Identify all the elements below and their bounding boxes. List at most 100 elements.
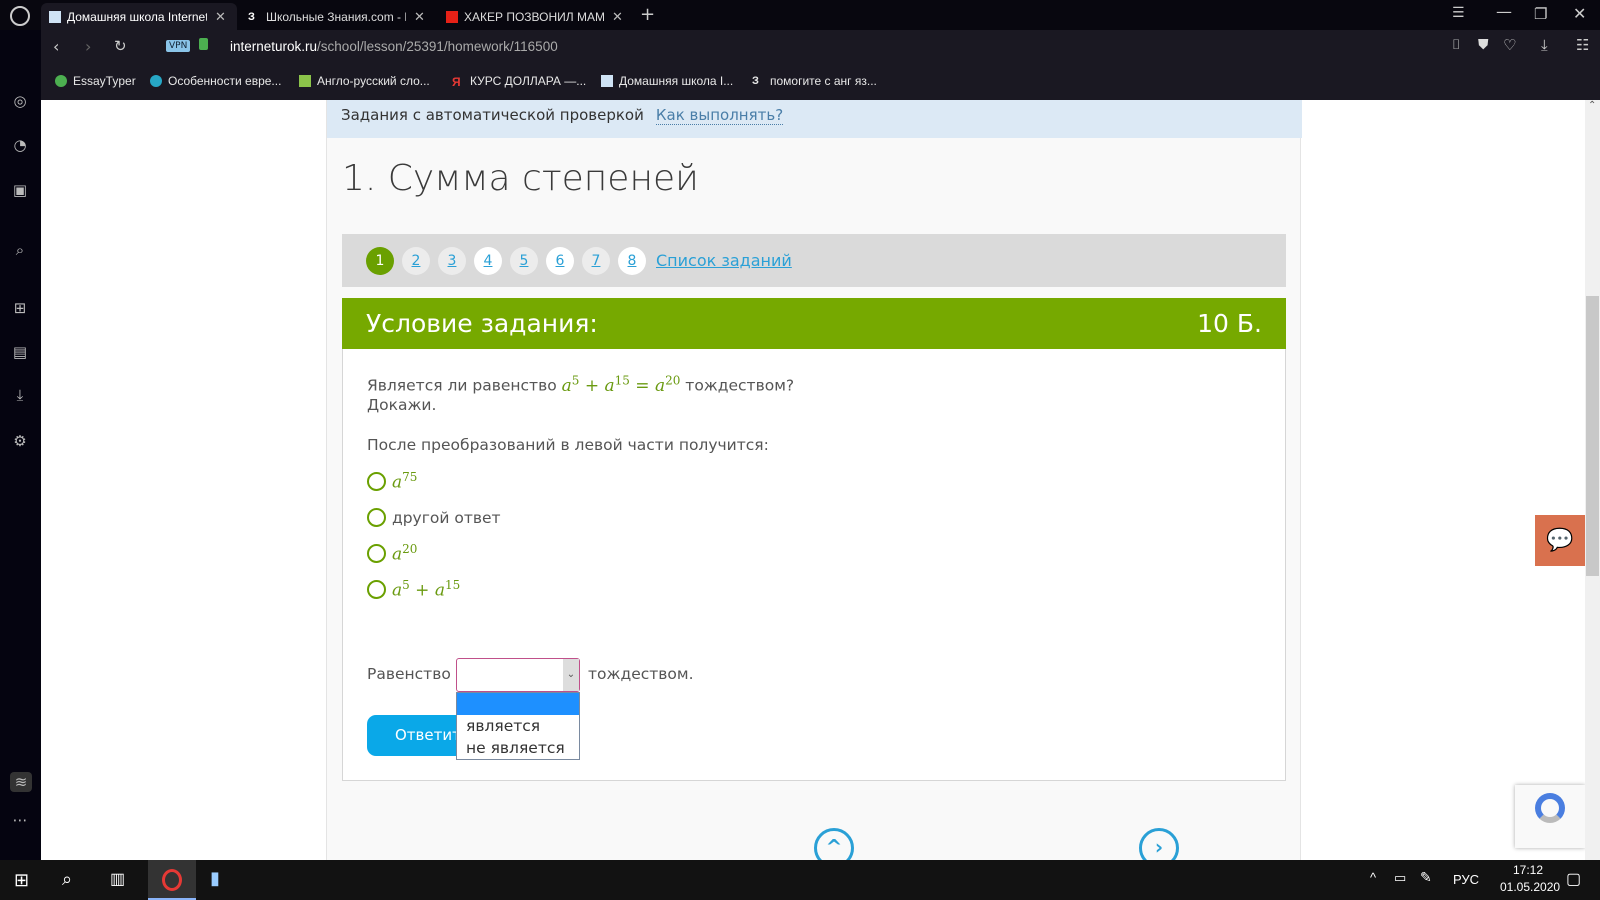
opera-sidebar: ◎ ◔ ▣ ⌕ ⊞ ▤ ⤓ ⚙ ≋ ⋯ [0, 30, 41, 860]
bookmark-osobennosti[interactable]: Особенности евре... [150, 74, 281, 88]
tab-youtube[interactable]: ХАКЕР ПОЗВОНИЛ МАМЕ ✕ [438, 3, 634, 30]
shield-icon[interactable]: ⛊ [1478, 37, 1489, 53]
info-strip: Задания с автоматической проверкой Как вы… [327, 100, 1302, 138]
site-icon [150, 75, 162, 87]
task-5[interactable]: 5 [510, 246, 538, 275]
heart-icon[interactable]: ♡ [1503, 36, 1516, 54]
prompt: После преобразований в левой части получ… [367, 435, 769, 454]
gamepad-icon[interactable]: ◎ [10, 91, 30, 111]
recaptcha-icon [1535, 793, 1565, 823]
dropdown-option-is[interactable]: является [457, 715, 579, 737]
download-icon[interactable]: ⤓ [1541, 36, 1548, 54]
chat-icon: 💬 [1546, 528, 1574, 553]
gear-icon[interactable]: ⚙ [10, 431, 30, 451]
camera-icon[interactable]: ⌷ [1452, 37, 1460, 53]
bookmark-interneturok[interactable]: Домашняя школа I... [601, 74, 733, 88]
formula: a5 + a15 = a20 [561, 373, 681, 396]
tab-bar: Домашняя школа Interneturok✕ ЗШкольные З… [0, 0, 1600, 30]
interneturok-icon [49, 10, 61, 23]
address-bar: ‹ › ↻ VPN interneturok.ru/school/lesson/… [41, 30, 1600, 64]
windows-start-icon[interactable]: ⊞ [14, 870, 29, 891]
pencil-icon [55, 75, 67, 87]
option-a75[interactable]: a75 [367, 464, 1261, 500]
dropdown-option-empty[interactable] [457, 693, 579, 715]
dropdown-option-is-not[interactable]: не является [457, 737, 579, 759]
new-tab-button[interactable]: + [640, 4, 655, 25]
radio-button[interactable] [367, 580, 386, 600]
task-body: Является ли равенство a5 + a15 = a20 тож… [342, 349, 1286, 781]
opera-menu-icon[interactable] [10, 6, 30, 26]
question: Является ли равенство a5 + a15 = a20 тож… [367, 373, 795, 396]
app-icon[interactable]: ▮ [210, 868, 220, 889]
scrollbar-thumb[interactable] [1586, 296, 1599, 576]
close-icon[interactable]: ✕ [215, 9, 226, 25]
chevron-up-icon[interactable]: ^ [1370, 870, 1376, 885]
news-icon[interactable]: ▤ [10, 342, 30, 362]
task-3[interactable]: 3 [438, 246, 466, 275]
yandex-icon: Я [452, 75, 461, 89]
grid-icon[interactable]: ⊞ [10, 298, 30, 318]
tab-interneturok[interactable]: Домашняя школа Interneturok✕ [41, 3, 237, 30]
battery-icon[interactable]: ▭ [1394, 870, 1406, 886]
bookmark-dictionary[interactable]: Англо-русский сло... [299, 74, 430, 88]
download-icon[interactable]: ⤓ [10, 385, 30, 405]
task-4[interactable]: 4 [474, 246, 502, 275]
interneturok-icon [601, 75, 613, 87]
speedometer-icon[interactable]: ◔ [10, 135, 30, 155]
language-indicator[interactable]: РУС [1453, 872, 1479, 887]
bookmark-essaytyper[interactable]: EssayTyper [55, 74, 136, 88]
youtube-icon [446, 10, 458, 23]
next-task-button[interactable]: › [1139, 828, 1179, 860]
option-a5-plus-a15[interactable]: a5 + a15 [367, 572, 1261, 608]
option-other[interactable]: другой ответ [367, 500, 1261, 536]
radio-button[interactable] [367, 472, 386, 492]
radio-button[interactable] [367, 544, 386, 564]
tab-menu-icon[interactable]: ☰ [1452, 5, 1465, 21]
task-1[interactable]: 1 [366, 246, 394, 275]
scroll-up-button[interactable]: ^ [814, 828, 854, 860]
opera-taskbar-button[interactable] [148, 860, 196, 900]
close-icon[interactable]: ✕ [414, 9, 425, 25]
wifi-icon[interactable]: ≋ [10, 772, 32, 792]
close-window-button[interactable]: ✕ [1573, 4, 1586, 23]
task-6[interactable]: 6 [546, 246, 574, 275]
task-view-icon[interactable]: ▥ [110, 869, 125, 889]
lock-icon [199, 38, 208, 50]
recaptcha-badge[interactable] [1515, 785, 1585, 848]
points: 10 Б. [1197, 309, 1262, 338]
task-8[interactable]: 8 [618, 246, 646, 275]
pen-icon[interactable]: ✎ [1420, 869, 1432, 886]
question-line2: Докажи. [367, 395, 437, 414]
search-icon[interactable]: ⌕ [10, 240, 30, 260]
tab-znanija[interactable]: З Школьные Знания.com - Р ✕ [240, 3, 436, 30]
bookmark-dollar[interactable]: Я КУРС ДОЛЛАРА —... [452, 74, 586, 89]
back-button[interactable]: ‹ [53, 37, 59, 56]
reload-button[interactable]: ↻ [114, 37, 127, 55]
close-icon[interactable]: ✕ [612, 9, 623, 25]
search-icon[interactable]: ⌕ [62, 869, 72, 890]
how-to-link[interactable]: Как выполнять? [655, 106, 784, 125]
twitch-icon[interactable]: ▣ [10, 180, 30, 200]
clock[interactable]: 17:12 01.05.2020 [1500, 863, 1560, 894]
vpn-badge[interactable]: VPN [166, 40, 191, 52]
lesson-column: Задания с автоматической проверкой Как вы… [326, 100, 1302, 860]
settings-sliders-icon[interactable]: ☷ [1576, 36, 1589, 54]
minimize-button[interactable]: — [1496, 2, 1512, 21]
identity-select[interactable]: ⌄ [456, 658, 580, 692]
scroll-up-arrow[interactable]: ⌃ [1588, 100, 1596, 111]
restore-button[interactable]: ❐ [1534, 5, 1547, 23]
option-a20[interactable]: a20 [367, 536, 1261, 572]
radio-button[interactable] [367, 508, 386, 528]
url-field[interactable]: interneturok.ru/school/lesson/25391/home… [230, 39, 558, 54]
task-7[interactable]: 7 [582, 246, 610, 275]
notification-icon[interactable]: ▢ [1566, 869, 1581, 889]
task-list-link[interactable]: Список заданий [656, 251, 792, 270]
bookmark-znanija[interactable]: Зпомогите с анг яз... [752, 74, 877, 88]
forward-button[interactable]: › [85, 37, 91, 56]
task-2[interactable]: 2 [402, 246, 430, 275]
znanija-icon: З [752, 75, 759, 87]
windows-taskbar: ⊞ ⌕ ▥ ▮ ^ ▭ ✎ РУС 17:12 01.05.2020 ▢ [0, 860, 1600, 900]
chat-button[interactable]: 💬 [1535, 515, 1585, 566]
more-icon[interactable]: ⋯ [10, 810, 30, 830]
scrollbar[interactable]: ⌃ [1585, 100, 1600, 860]
